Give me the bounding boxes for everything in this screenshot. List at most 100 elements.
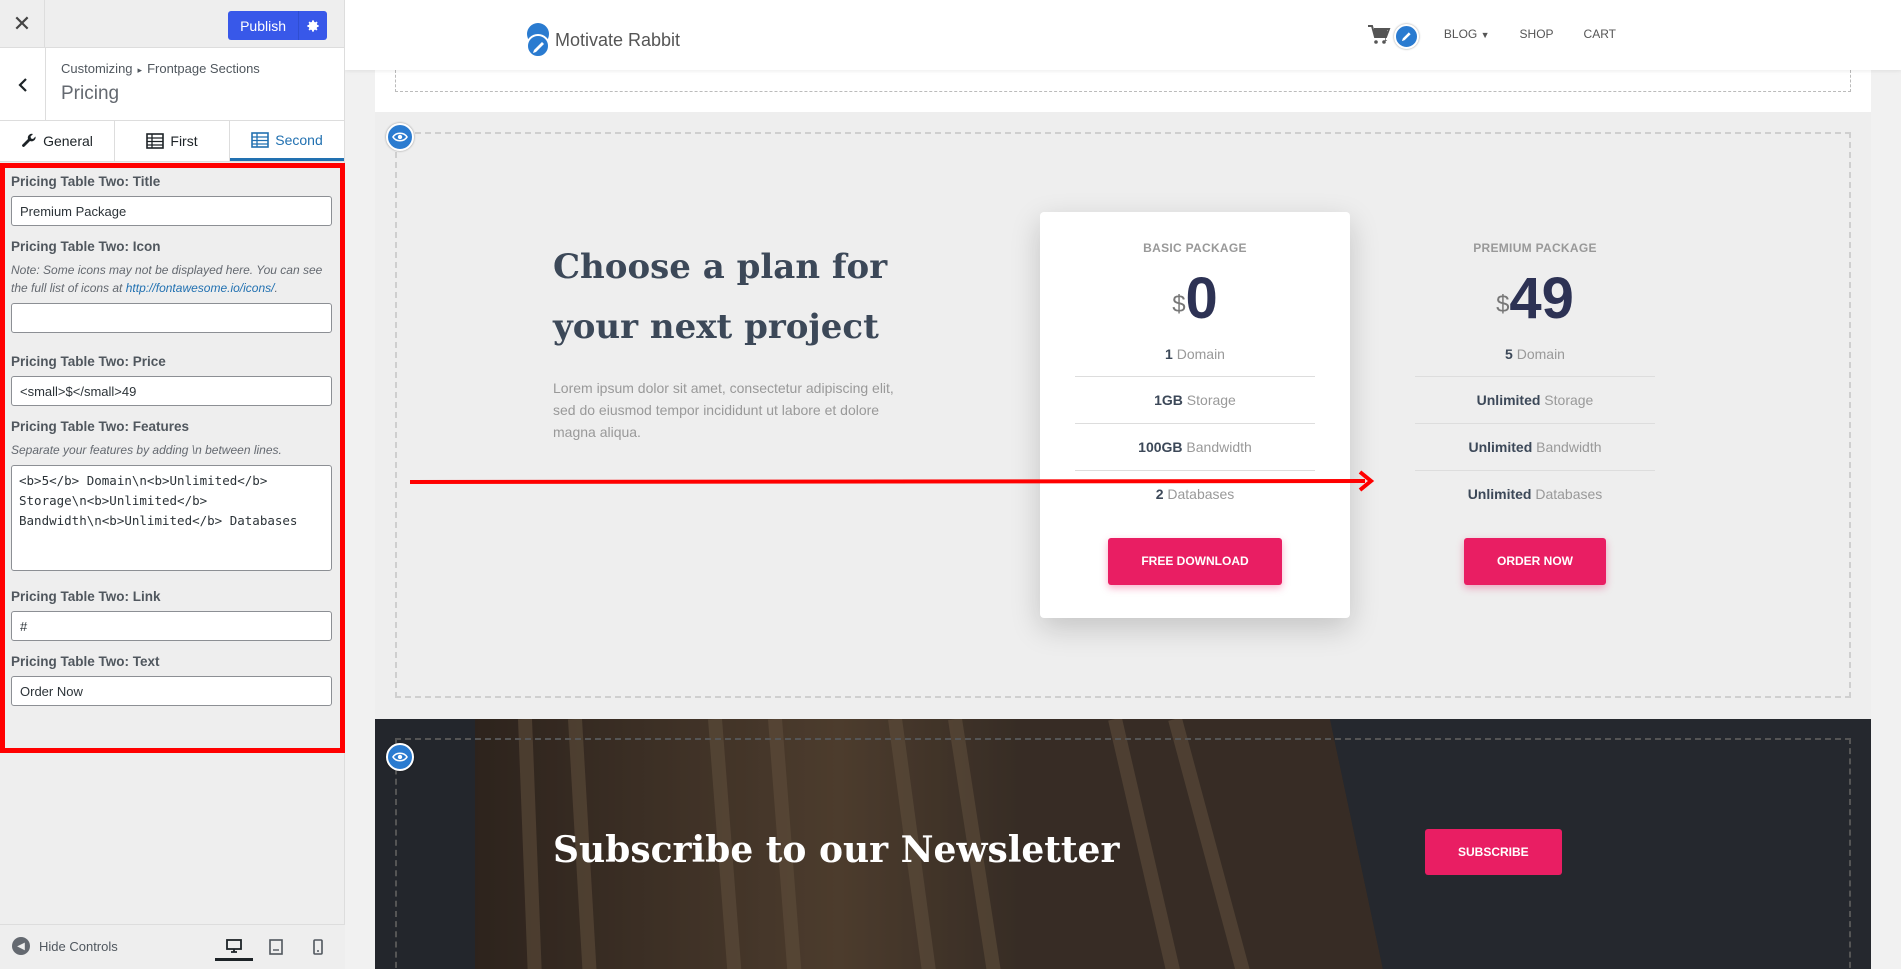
package-price: $0	[1040, 267, 1350, 331]
feature-list: 1 Domain 1GB Storage 100GB Bandwidth 2 D…	[1075, 341, 1315, 518]
pricing-card-premium: PREMIUM PACKAGE $49 5 Domain Unlimited S…	[1380, 212, 1690, 618]
tab-second[interactable]: Second	[230, 121, 344, 161]
site-preview: Choose a plan for your next project Lore…	[345, 0, 1901, 969]
section-tabs: General First Second	[0, 121, 344, 162]
feature-item: 2 Databases	[1075, 471, 1315, 518]
nav-blog[interactable]: BLOG ▼	[1444, 27, 1490, 41]
desktop-icon	[226, 938, 242, 953]
feature-text: Domain	[1172, 346, 1225, 362]
mobile-preview-button[interactable]	[299, 933, 337, 961]
free-download-button[interactable]: FREE DOWNLOAD	[1108, 538, 1282, 585]
feature-text: Bandwidth	[1532, 439, 1602, 455]
tablet-icon	[269, 939, 283, 955]
price-value: 0	[1185, 266, 1218, 331]
table-icon	[146, 133, 165, 149]
edit-shortcut-button[interactable]	[1394, 24, 1419, 49]
hide-controls-button[interactable]: ◀ Hide Controls	[12, 937, 118, 955]
feature-bold: 100GB	[1138, 439, 1183, 455]
title-input[interactable]: Premium Package	[11, 196, 332, 226]
feature-bold: Unlimited	[1468, 439, 1533, 455]
tab-general-label: General	[43, 133, 93, 149]
newsletter-title: Subscribe to our Newsletter	[553, 829, 1120, 871]
customizer-footer: ◀ Hide Controls	[0, 924, 345, 969]
section-visibility-button[interactable]	[386, 123, 414, 151]
feature-item: Unlimited Databases	[1415, 471, 1655, 518]
title-label: Pricing Table Two: Title	[11, 174, 161, 189]
close-icon[interactable]: ✕	[0, 0, 45, 48]
tab-first-label: First	[170, 133, 198, 149]
device-switcher	[215, 933, 337, 961]
feature-bold: Unlimited	[1467, 486, 1532, 502]
cart-count: 1	[1383, 34, 1388, 43]
publish-button[interactable]: Publish	[228, 11, 299, 40]
back-button[interactable]	[0, 48, 46, 121]
desktop-preview-button[interactable]	[215, 933, 253, 961]
publish-settings-button[interactable]	[299, 11, 327, 40]
cart-icon[interactable]: 1	[1367, 24, 1391, 51]
feature-text: Domain	[1512, 346, 1565, 362]
logo-icon	[526, 23, 550, 58]
feature-bold: Unlimited	[1476, 392, 1541, 408]
feature-bold: 1GB	[1154, 392, 1183, 408]
customizer-header: ✕ Publish	[0, 0, 344, 48]
pencil-icon	[1401, 32, 1411, 42]
breadcrumb-root: Customizing	[61, 61, 133, 76]
order-now-button[interactable]: ORDER NOW	[1464, 538, 1606, 585]
site-logo[interactable]: Motivate Rabbit	[525, 22, 680, 58]
feature-text: Databases	[1163, 486, 1235, 502]
icon-label: Pricing Table Two: Icon	[11, 239, 161, 254]
chevron-left-icon	[17, 77, 27, 92]
section-visibility-button[interactable]	[386, 743, 414, 771]
newsletter-section: Subscribe to our Newsletter SUBSCRIBE	[375, 719, 1871, 969]
caret-down-icon: ▼	[1480, 30, 1490, 40]
text-input[interactable]: Order Now	[11, 676, 332, 706]
pricing-card-basic: BASIC PACKAGE $0 1 Domain 1GB Storage 10…	[1040, 212, 1350, 618]
tab-first[interactable]: First	[115, 121, 230, 161]
price-value: 49	[1509, 266, 1574, 331]
feature-text: Databases	[1531, 486, 1603, 502]
fontawesome-link[interactable]: http://fontawesome.io/icons/	[126, 281, 275, 295]
subscribe-button[interactable]: SUBSCRIBE	[1425, 829, 1562, 875]
price-label: Pricing Table Two: Price	[11, 354, 166, 369]
features-label: Pricing Table Two: Features	[11, 419, 190, 434]
currency-symbol: $	[1172, 291, 1186, 318]
main-nav: BLOG ▼ SHOP CART	[1444, 27, 1616, 41]
icon-note: Note: Some icons may not be displayed he…	[11, 263, 323, 295]
features-desc: Separate your features by adding \n betw…	[11, 443, 282, 457]
link-label: Pricing Table Two: Link	[11, 589, 161, 604]
feature-item: Unlimited Bandwidth	[1415, 424, 1655, 471]
icon-input[interactable]	[11, 303, 332, 333]
currency-symbol: $	[1496, 291, 1510, 318]
feature-bold: 5	[1505, 346, 1513, 362]
brand-name: Motivate Rabbit	[555, 29, 681, 50]
publish-group: Publish	[228, 11, 327, 40]
feature-list: 5 Domain Unlimited Storage Unlimited Ban…	[1415, 341, 1655, 518]
eye-icon	[392, 752, 408, 762]
feature-bold: 1	[1165, 346, 1173, 362]
tab-general[interactable]: General	[0, 121, 115, 161]
pricing-description: Lorem ipsum dolor sit amet, consectetur …	[553, 380, 894, 440]
tab-second-label: Second	[275, 131, 323, 148]
feature-text: Storage	[1182, 392, 1236, 408]
feature-text: Bandwidth	[1182, 439, 1252, 455]
site-header: Motivate Rabbit BLOG ▼ SHOP CART 1	[345, 0, 1901, 70]
link-input[interactable]: #	[11, 611, 332, 641]
collapse-icon: ◀	[12, 937, 30, 955]
breadcrumb-separator: ▸	[137, 65, 143, 75]
eye-icon	[392, 132, 408, 142]
pricing-table-two-controls: Pricing Table Two: Title Premium Package…	[0, 163, 345, 753]
wrench-icon	[22, 133, 36, 147]
package-name: BASIC PACKAGE	[1143, 241, 1247, 255]
table-icon	[251, 131, 270, 148]
package-price: $49	[1380, 267, 1690, 331]
price-input[interactable]: <small>$</small>49	[11, 376, 332, 406]
tablet-preview-button[interactable]	[257, 933, 295, 961]
nav-cart[interactable]: CART	[1584, 27, 1616, 41]
hide-controls-label: Hide Controls	[39, 938, 118, 954]
pricing-heading: Choose a plan for your next project	[553, 247, 888, 347]
breadcrumb-parent: Frontpage Sections	[147, 61, 260, 76]
nav-blog-label: BLOG	[1443, 27, 1478, 41]
customizer-sidebar: ✕ Publish Customizing ▸ Frontpage Sections…	[0, 0, 345, 969]
nav-shop[interactable]: SHOP	[1520, 27, 1554, 41]
features-textarea[interactable]: <b>5</b> Domain\n<b>Unlimited</b> Storag…	[11, 465, 332, 571]
